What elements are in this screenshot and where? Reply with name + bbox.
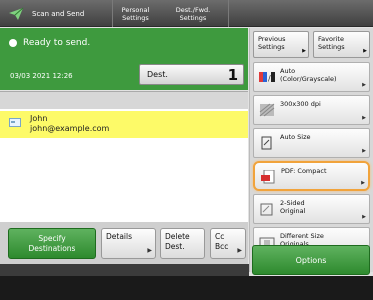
svg-text:/: / bbox=[268, 74, 271, 83]
dest-count: 1 bbox=[227, 66, 238, 84]
tab-bar-empty bbox=[228, 0, 373, 27]
two-sided-option[interactable]: 2-Sided Original ▶ bbox=[253, 194, 370, 224]
chevron-icon: ▶ bbox=[362, 214, 366, 220]
color-mode-icon: / bbox=[259, 72, 275, 83]
contact-email: john@example.com bbox=[30, 124, 110, 133]
top-tab-bar: Scan and Send Personal Settings Dest./Fw… bbox=[0, 0, 373, 27]
options-button[interactable]: Options bbox=[252, 245, 370, 275]
scan-send-screen: Scan and Send Personal Settings Dest./Fw… bbox=[0, 0, 373, 300]
bottom-bar bbox=[0, 276, 373, 300]
pdf-icon bbox=[261, 170, 275, 184]
delete-label: Delete Dest. bbox=[165, 232, 190, 251]
tab-dest-fwd-settings[interactable]: Dest./Fwd. Settings bbox=[170, 0, 216, 27]
two-sided-icon bbox=[260, 203, 273, 216]
info-bar: 03/03 2021 12:26 Dest. 1 bbox=[0, 58, 248, 90]
status-dot-icon bbox=[9, 39, 17, 47]
settings-panel: Previous Settings ▶ Favorite Settings ▶ … bbox=[249, 28, 373, 272]
chevron-icon: ▶ bbox=[362, 82, 366, 88]
chevron-icon: ▶ bbox=[361, 180, 365, 186]
chevron-icon: ▶ bbox=[362, 148, 366, 154]
destination-list: John john@example.com bbox=[0, 91, 248, 222]
datetime: 03/03 2021 12:26 bbox=[10, 72, 73, 80]
chevron-icon: ▶ bbox=[237, 247, 242, 254]
two-sided-label: 2-Sided Original bbox=[280, 199, 306, 215]
contact-name: John bbox=[30, 114, 48, 123]
delete-dest-button[interactable]: Delete Dest. bbox=[160, 228, 205, 259]
chevron-icon: ▶ bbox=[302, 48, 306, 54]
cc-label: Cc Bcc bbox=[215, 232, 229, 251]
destination-counter: Dest. 1 bbox=[139, 64, 244, 85]
tab-scan-and-send[interactable]: Scan and Send bbox=[8, 0, 118, 27]
chevron-icon: ▶ bbox=[147, 247, 152, 254]
options-label: Options bbox=[295, 255, 327, 265]
left-footer-strip bbox=[0, 264, 249, 276]
color-mode-option[interactable]: / Auto (Color/Grayscale) ▶ bbox=[253, 62, 370, 92]
list-header bbox=[0, 92, 248, 109]
list-item[interactable]: John john@example.com bbox=[0, 111, 248, 138]
resolution-option[interactable]: 300x300 dpi ▶ bbox=[253, 95, 370, 125]
favorite-settings-label: Favorite Settings bbox=[318, 35, 345, 51]
details-label: Details bbox=[106, 232, 133, 241]
email-icon bbox=[9, 118, 21, 127]
color-mode-label: Auto (Color/Grayscale) bbox=[280, 67, 337, 83]
cc-bcc-button[interactable]: Cc Bcc ▶ bbox=[210, 228, 246, 259]
resolution-label: 300x300 dpi bbox=[280, 100, 321, 108]
details-button[interactable]: Details ▶ bbox=[101, 228, 156, 259]
previous-settings-label: Previous Settings bbox=[258, 35, 286, 51]
pdf-format-label: PDF: Compact bbox=[281, 167, 327, 175]
status-bar: Ready to send. bbox=[0, 28, 248, 58]
file-format-option[interactable]: PDF: Compact ▶ bbox=[253, 161, 370, 191]
auto-size-icon bbox=[261, 136, 272, 150]
favorite-settings-button[interactable]: Favorite Settings ▶ bbox=[313, 31, 370, 58]
scan-size-option[interactable]: Auto Size ▶ bbox=[253, 128, 370, 158]
tab-personal-settings[interactable]: Personal Settings bbox=[112, 0, 158, 27]
status-text: Ready to send. bbox=[23, 38, 91, 48]
paper-plane-icon bbox=[9, 7, 24, 20]
specify-destinations-button[interactable]: Specify Destinations bbox=[8, 228, 96, 259]
auto-size-label: Auto Size bbox=[280, 133, 311, 141]
chevron-icon: ▶ bbox=[362, 115, 366, 121]
previous-settings-button[interactable]: Previous Settings ▶ bbox=[253, 31, 309, 58]
dest-label: Dest. bbox=[147, 70, 168, 79]
tab-scan-label: Scan and Send bbox=[32, 9, 85, 18]
resolution-icon bbox=[259, 103, 275, 117]
chevron-icon: ▶ bbox=[363, 48, 367, 54]
